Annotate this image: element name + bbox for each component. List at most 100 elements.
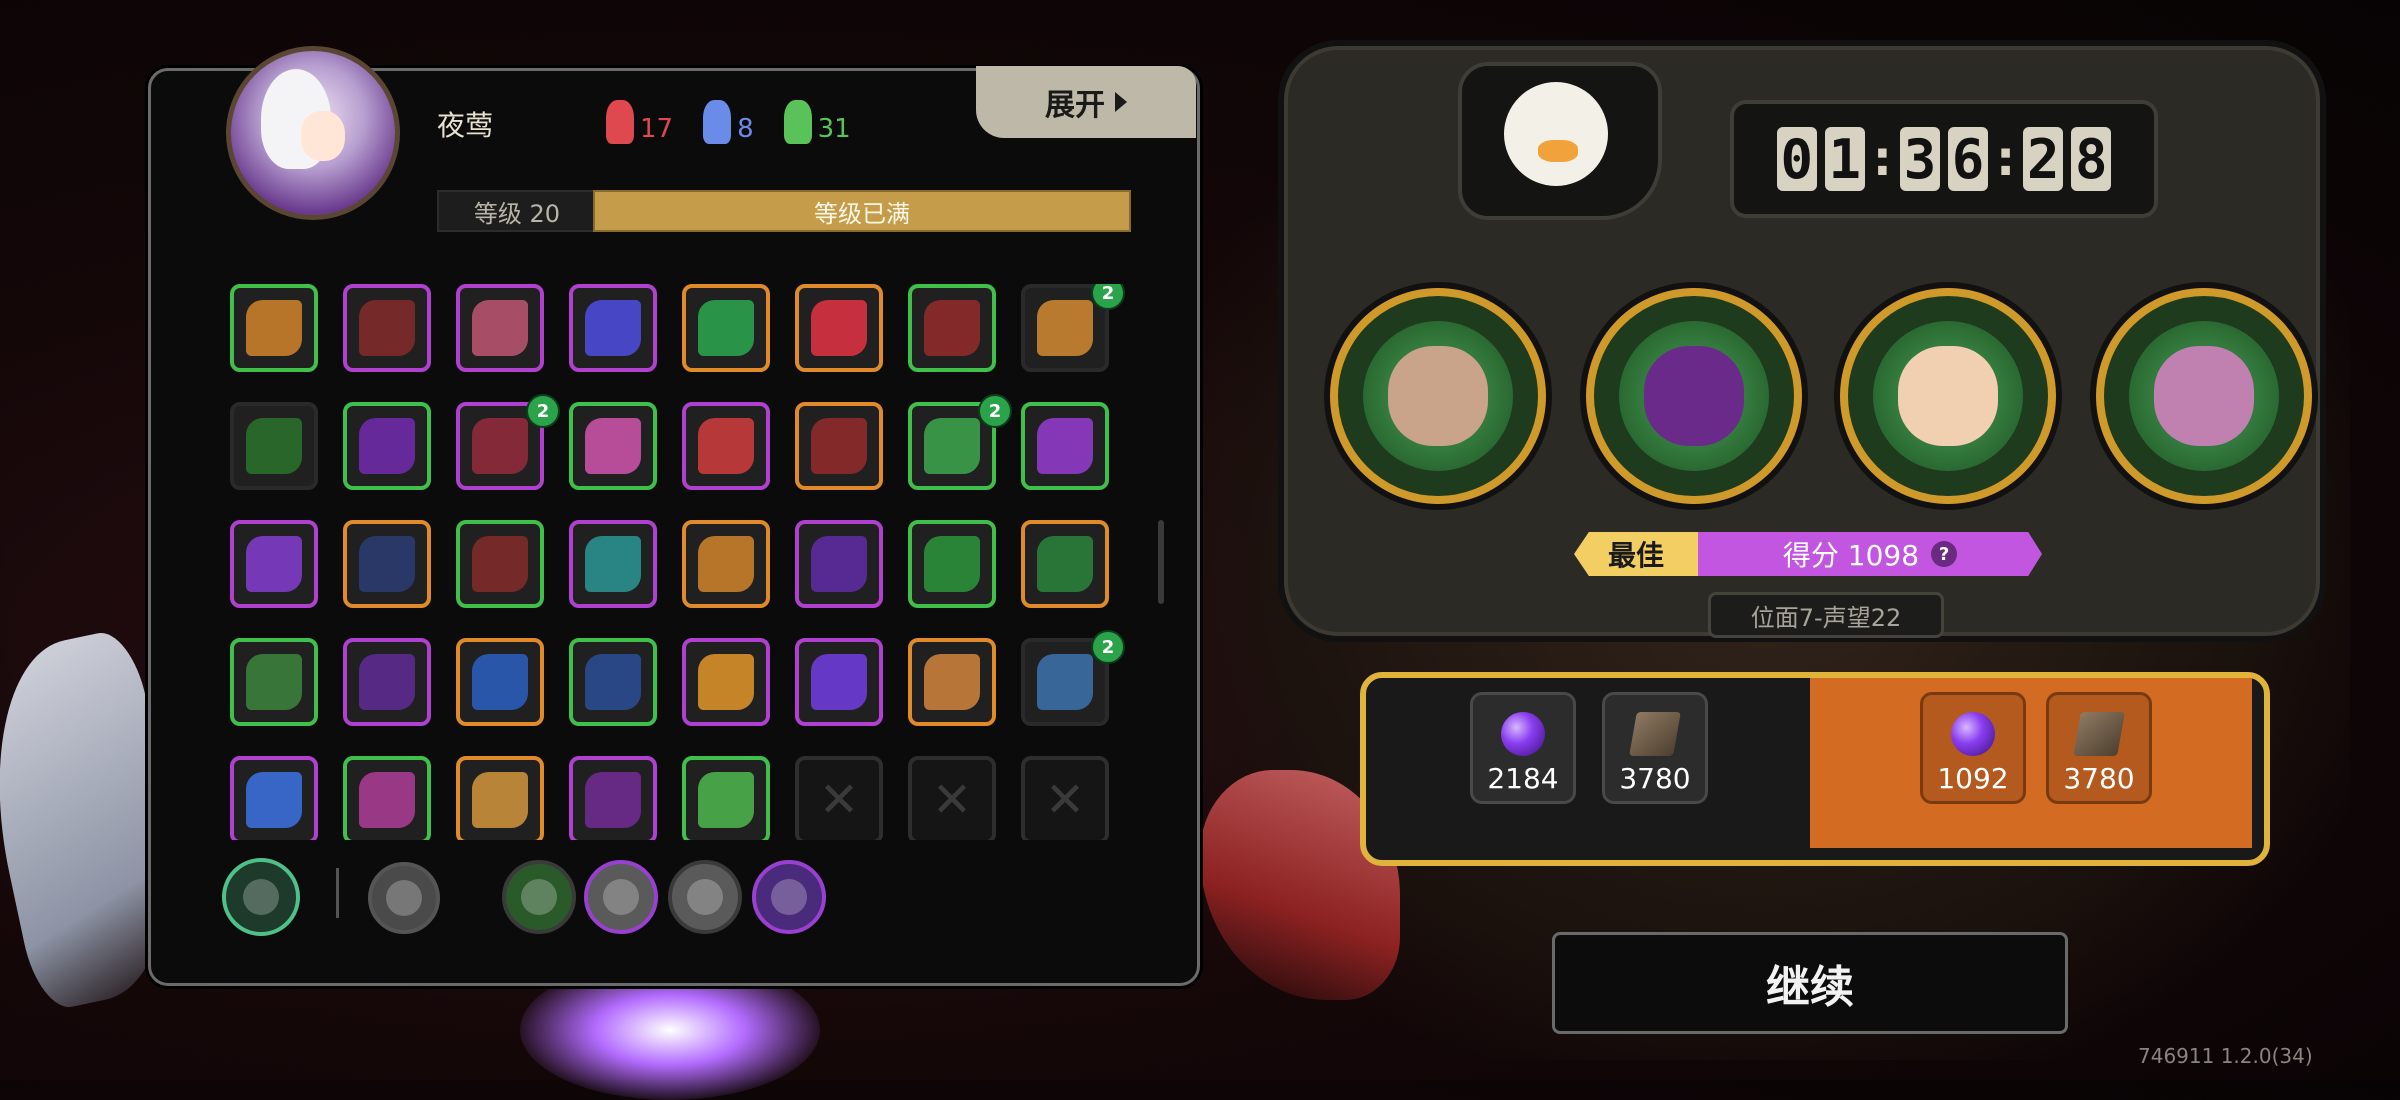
horned-demon-portrait — [1644, 346, 1744, 446]
skill-book-icon — [1629, 712, 1681, 756]
violet-crown-icon — [359, 654, 415, 710]
skill-tile[interactable] — [230, 756, 318, 840]
continue-button[interactable]: 继续 — [1552, 932, 2068, 1034]
skill-tile[interactable] — [569, 638, 657, 726]
spike-burst-icon — [246, 300, 302, 356]
best-tag: 最佳 — [1574, 532, 1698, 576]
skill-tile[interactable] — [343, 520, 431, 608]
player-avatar — [226, 46, 400, 220]
version-label: 746911 1.2.0(34) — [2138, 1044, 2313, 1068]
skill-tile[interactable] — [908, 520, 996, 608]
pink-flower-creature-portrait — [2154, 346, 2254, 446]
reward-item: 1092 — [1920, 692, 2026, 804]
heart-shield-icon[interactable] — [584, 860, 658, 934]
team-portrait[interactable] — [1330, 288, 1546, 504]
skill-tile[interactable] — [1021, 402, 1109, 490]
pink-feather-icon — [359, 772, 415, 828]
rising-sun-icon — [698, 536, 754, 592]
level-label: 等级 20 — [437, 190, 597, 232]
skill-tile[interactable] — [456, 638, 544, 726]
violet-arrows-icon — [359, 418, 415, 474]
sniper-rifle-icon — [585, 536, 641, 592]
skill-level-badge: 2 — [978, 394, 1012, 428]
green-pillar-icon — [698, 772, 754, 828]
skill-level-badge: 2 — [526, 394, 560, 428]
equipment-glyph — [243, 879, 279, 915]
skill-tile[interactable] — [682, 520, 770, 608]
skill-tile[interactable] — [569, 520, 657, 608]
empty-skill-slot[interactable]: ✕ — [908, 756, 996, 840]
empty-skill-slot[interactable]: ✕ — [1021, 756, 1109, 840]
storm-fist-icon — [359, 536, 415, 592]
team-portrait[interactable] — [2096, 288, 2312, 504]
skill-tile[interactable] — [795, 402, 883, 490]
skill-tile[interactable] — [795, 284, 883, 372]
lightning-claw-icon — [246, 536, 302, 592]
timer-digit: 8 — [2071, 127, 2112, 191]
skill-grid-scrollbar[interactable] — [1158, 520, 1164, 604]
violet-dragon-icon — [1037, 418, 1093, 474]
green-fangs-icon — [1037, 536, 1093, 592]
skill-tile[interactable] — [569, 756, 657, 840]
skill-tile[interactable] — [569, 402, 657, 490]
violet-spire-icon[interactable] — [752, 860, 826, 934]
skill-tile[interactable] — [456, 520, 544, 608]
triangle-core-icon[interactable] — [668, 860, 742, 934]
timer-digit: 0 — [1776, 127, 1817, 191]
empty-skill-slot[interactable]: ✕ — [795, 756, 883, 840]
skill-tile[interactable] — [343, 638, 431, 726]
skill-tile[interactable] — [456, 284, 544, 372]
skill-tile[interactable] — [456, 756, 544, 840]
golden-spiral-icon — [698, 654, 754, 710]
skill-grid[interactable]: 2 2 2 2 ✕ ✕ ✕ — [230, 284, 1126, 840]
skill-book-boost-icon — [2073, 712, 2125, 756]
skill-tile[interactable] — [682, 284, 770, 372]
skill-tile[interactable] — [230, 520, 318, 608]
pink-star-ring-icon — [585, 418, 641, 474]
claw-hand-icon — [924, 300, 980, 356]
run-timer: 01:36:28 — [1730, 100, 2158, 218]
crossed-blades-icon — [811, 300, 867, 356]
timer-digit: 6 — [1948, 127, 1988, 191]
skill-tile[interactable] — [230, 284, 318, 372]
reward-item: 2184 — [1470, 692, 1576, 804]
skill-tile[interactable] — [908, 284, 996, 372]
reward-value: 1092 — [1937, 762, 2009, 795]
green-flask-icon[interactable] — [502, 860, 576, 934]
team-portrait[interactable] — [1840, 288, 2056, 504]
green-v-wings-icon — [246, 418, 302, 474]
expand-button[interactable]: 展开 — [976, 66, 1196, 138]
skill-tile[interactable] — [682, 756, 770, 840]
skill-tile[interactable] — [343, 284, 431, 372]
green-crystals-icon — [924, 418, 980, 474]
skill-tile[interactable] — [682, 638, 770, 726]
skill-tile[interactable] — [230, 638, 318, 726]
skill-tile[interactable] — [230, 402, 318, 490]
skill-tile[interactable] — [343, 402, 431, 490]
skill-tile[interactable] — [908, 638, 996, 726]
help-icon[interactable]: ? — [1931, 541, 1958, 567]
skill-tile[interactable] — [795, 520, 883, 608]
skill-tile[interactable] — [795, 638, 883, 726]
pistol-weapon-icon[interactable] — [368, 862, 440, 934]
green-burst-icon — [246, 654, 302, 710]
blue-shark-icon — [1037, 654, 1093, 710]
currency-item: 17 — [606, 100, 673, 144]
currency-value: 8 — [737, 114, 754, 144]
green-burst-ability-icon[interactable] — [222, 858, 300, 936]
rewards-boost-area — [1810, 678, 2252, 848]
skill-tile[interactable] — [569, 284, 657, 372]
team-portrait[interactable] — [1586, 288, 1802, 504]
blue-crystal-icon — [703, 100, 732, 144]
red-arrow-icon — [924, 536, 980, 592]
skill-tile[interactable] — [1021, 520, 1109, 608]
blue-explosion-icon — [585, 654, 641, 710]
skill-tile[interactable] — [343, 756, 431, 840]
green-swirl-icon — [698, 300, 754, 356]
red-crystal-icon — [606, 100, 634, 144]
currency-value: 17 — [640, 114, 674, 144]
stone-skull-icon — [924, 654, 980, 710]
skill-tile[interactable] — [682, 402, 770, 490]
golden-gear-icon — [472, 772, 528, 828]
golden-bullet-icon — [472, 536, 528, 592]
